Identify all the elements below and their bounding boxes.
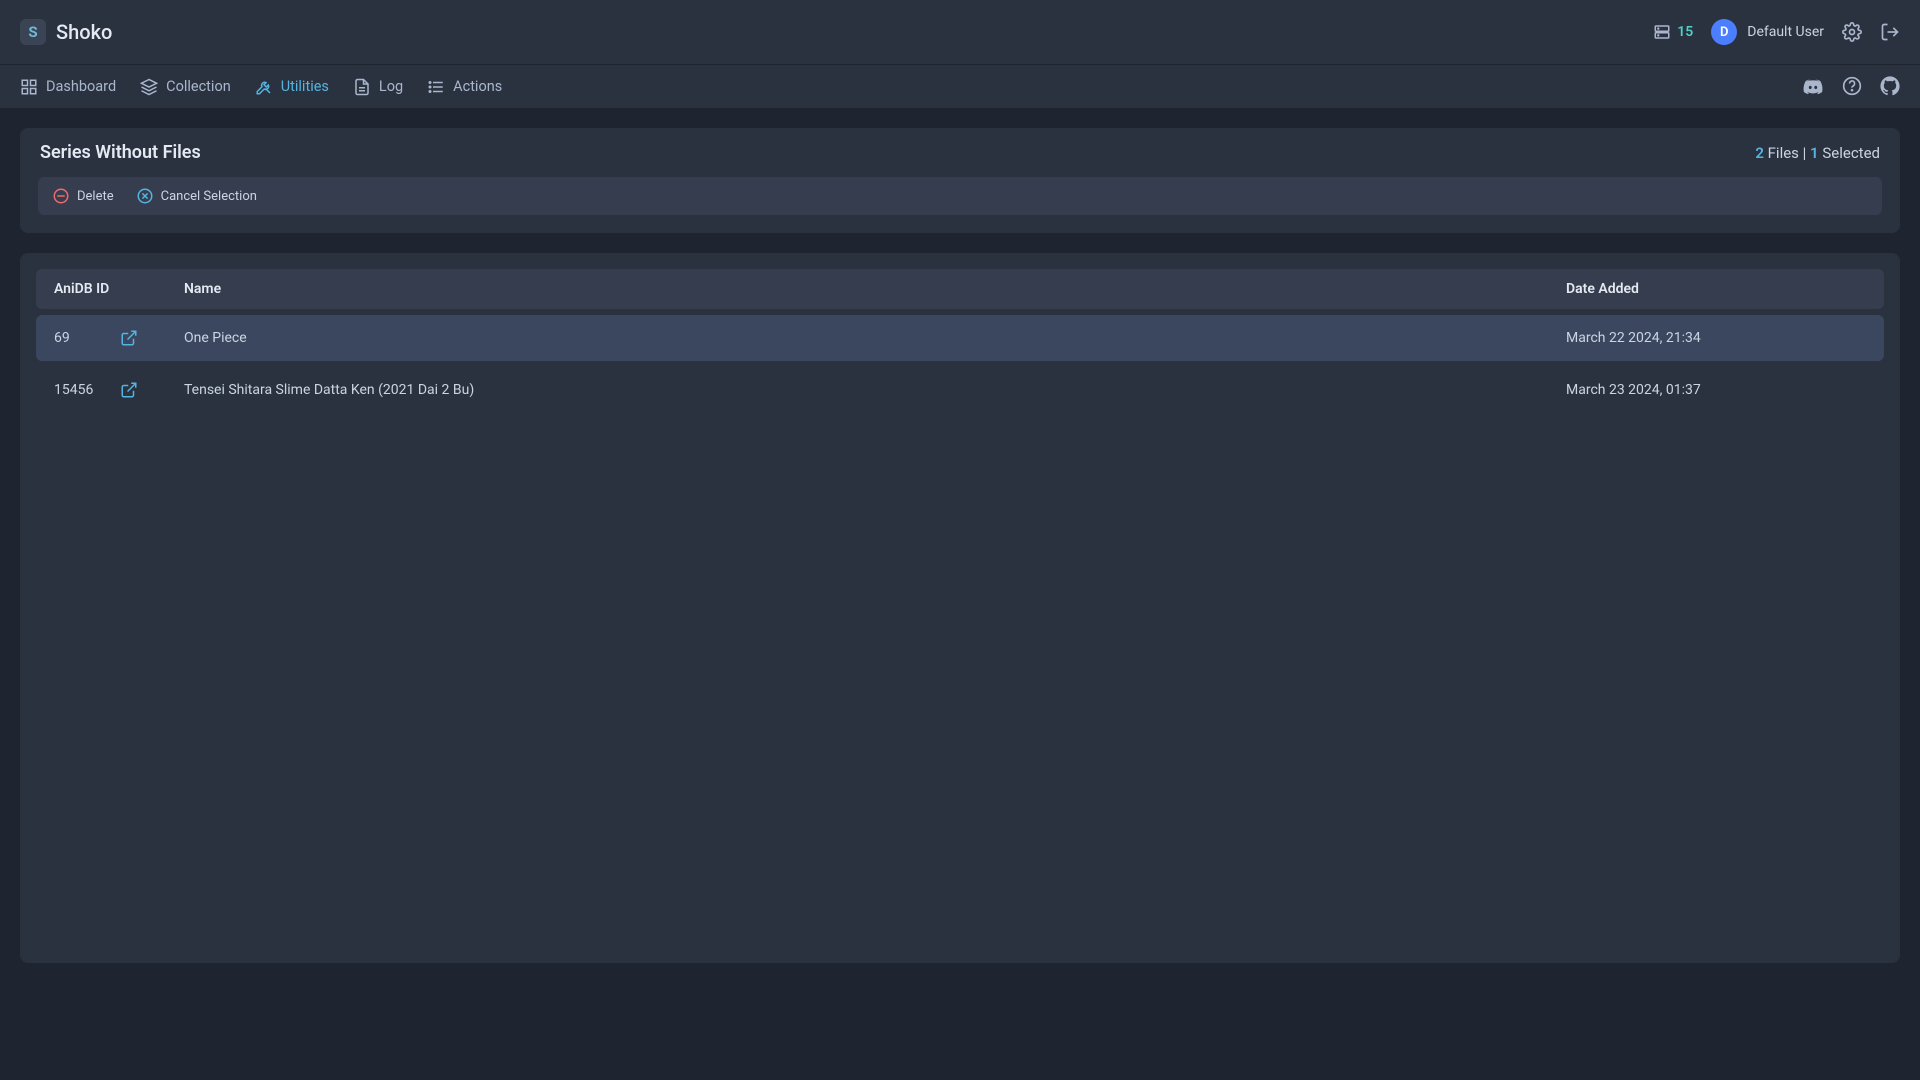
delete-icon (52, 187, 70, 205)
page-title: Series Without Files (40, 142, 201, 163)
col-date-added: Date Added (1566, 281, 1866, 297)
table-row[interactable]: 69 One PieceMarch 22 2024, 21:34 (36, 315, 1884, 361)
main-content: Series Without Files 2 Files | 1 Selecte… (0, 108, 1920, 983)
row-name: Tensei Shitara Slime Datta Ken (2021 Dai… (184, 382, 1566, 398)
logout-button[interactable] (1880, 22, 1900, 42)
selected-count: 1 (1810, 144, 1819, 162)
brand-mark: S (20, 19, 46, 45)
action-toolbar: Delete Cancel Selection (38, 177, 1882, 215)
user-name: Default User (1747, 24, 1824, 40)
open-external-link[interactable] (120, 381, 138, 399)
log-icon (353, 78, 371, 96)
tools-icon (255, 78, 273, 96)
nav-label: Actions (453, 78, 502, 95)
github-link[interactable] (1880, 76, 1900, 98)
row-anidb-id: 69 (54, 330, 96, 346)
avatar: D (1711, 19, 1737, 45)
col-name: Name (184, 281, 1566, 297)
queue-icon (1653, 23, 1671, 41)
nav-label: Log (379, 78, 403, 95)
nav-actions[interactable]: Actions (427, 78, 502, 96)
delete-button[interactable]: Delete (52, 187, 114, 205)
table-row[interactable]: 15456 Tensei Shitara Slime Datta Ken (202… (36, 367, 1884, 413)
files-count: 2 (1755, 144, 1764, 162)
table-header: AniDB ID Name Date Added (36, 269, 1884, 309)
gear-icon (1842, 22, 1862, 42)
cancel-icon (136, 187, 154, 205)
queue-indicator[interactable]: 15 (1653, 23, 1693, 41)
github-icon (1880, 76, 1900, 98)
brand[interactable]: S Shoko (20, 19, 112, 45)
app-header: S Shoko 15 D Default User (0, 0, 1920, 64)
discord-link[interactable] (1802, 76, 1824, 98)
layers-icon (140, 78, 158, 96)
nav-label: Collection (166, 78, 231, 95)
queue-count: 15 (1677, 24, 1693, 40)
header-right: 15 D Default User (1653, 19, 1900, 45)
nav-label: Utilities (281, 78, 329, 95)
settings-button[interactable] (1842, 22, 1862, 42)
external-link-icon (120, 381, 138, 399)
page-header-panel: Series Without Files 2 Files | 1 Selecte… (20, 128, 1900, 233)
brand-name: Shoko (56, 20, 112, 44)
row-name: One Piece (184, 330, 1566, 346)
external-link-icon (120, 329, 138, 347)
delete-label: Delete (77, 189, 114, 204)
series-table: AniDB ID Name Date Added 69One PieceMarc… (20, 253, 1900, 963)
list-icon (427, 78, 445, 96)
status-separator: | (1803, 144, 1810, 162)
files-label: Files (1768, 144, 1799, 162)
selection-status: 2 Files | 1 Selected (1755, 144, 1880, 162)
user-block[interactable]: D Default User (1711, 19, 1824, 45)
nav-log[interactable]: Log (353, 78, 403, 96)
open-external-link[interactable] (120, 329, 138, 347)
nav-label: Dashboard (46, 78, 116, 95)
help-icon (1842, 76, 1862, 98)
nav-collection[interactable]: Collection (140, 78, 231, 96)
help-link[interactable] (1842, 76, 1862, 98)
row-date-added: March 23 2024, 01:37 (1566, 382, 1866, 398)
nav-bar: Dashboard Collection Utilities Log (0, 64, 1920, 108)
cancel-selection-button[interactable]: Cancel Selection (136, 187, 257, 205)
col-anidb-id: AniDB ID (54, 281, 184, 297)
selected-label: Selected (1822, 144, 1880, 162)
row-date-added: March 22 2024, 21:34 (1566, 330, 1866, 346)
logout-icon (1880, 22, 1900, 42)
cancel-label: Cancel Selection (161, 189, 257, 204)
nav-dashboard[interactable]: Dashboard (20, 78, 116, 96)
dashboard-icon (20, 78, 38, 96)
nav-utilities[interactable]: Utilities (255, 78, 329, 96)
row-anidb-id: 15456 (54, 382, 96, 398)
discord-icon (1802, 76, 1824, 98)
